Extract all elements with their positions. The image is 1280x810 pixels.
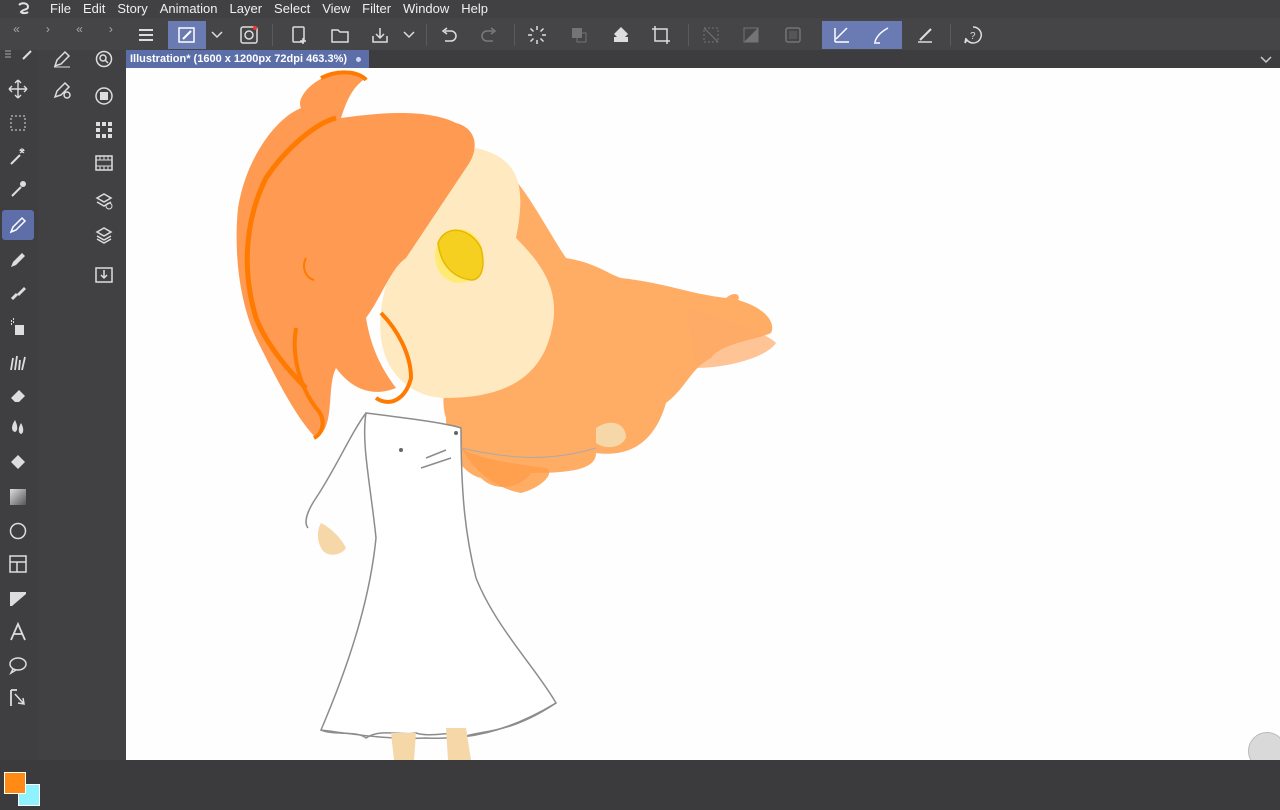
palette-column <box>84 50 126 760</box>
document-tab[interactable]: Illustration* (1600 x 1200px 72dpi 463.3… <box>126 50 370 68</box>
layer-property-icon[interactable] <box>88 186 120 216</box>
timeline-icon[interactable] <box>88 148 120 178</box>
ruler-tool-icon[interactable] <box>2 583 34 613</box>
unsaved-dot-icon <box>356 57 362 62</box>
sub-tool-column <box>40 50 84 760</box>
sub-tool-pen-icon[interactable] <box>46 44 78 74</box>
crop-icon[interactable] <box>648 21 674 49</box>
frame-border-icon[interactable] <box>2 549 34 579</box>
document-tab-bar: Illustration* (1600 x 1200px 72dpi 463.3… <box>126 50 1280 68</box>
open-icon[interactable] <box>326 21 354 49</box>
eyedropper-icon[interactable] <box>2 174 34 204</box>
airbrush-tool-icon[interactable] <box>2 312 34 342</box>
brush-tool-icon[interactable] <box>2 278 34 308</box>
app-logo-icon <box>16 1 32 17</box>
layer-icon[interactable] <box>780 21 806 49</box>
menu-animation[interactable]: Animation <box>154 0 224 18</box>
collapse-left-button[interactable]: « <box>13 22 20 36</box>
menu-window[interactable]: Window <box>397 0 455 18</box>
pen-pressure-icon[interactable] <box>168 21 206 49</box>
redo-icon[interactable] <box>476 21 502 49</box>
color-wheel-icon[interactable] <box>88 81 120 111</box>
eraser-tool-icon[interactable] <box>2 380 34 410</box>
fill-tool-icon[interactable] <box>2 448 34 478</box>
palette-collapse-row: « › « › <box>0 18 126 40</box>
vector-icon[interactable] <box>912 21 938 49</box>
tool-column <box>0 48 40 806</box>
correct-line-icon[interactable] <box>2 683 34 713</box>
decoration-tool-icon[interactable] <box>2 347 34 377</box>
color-set-icon[interactable] <box>88 115 120 145</box>
invert-icon[interactable] <box>738 21 764 49</box>
color-indicator[interactable] <box>2 770 40 810</box>
expand-right-button[interactable]: › <box>46 22 50 36</box>
layers-icon[interactable] <box>88 220 120 250</box>
chevron-down-icon[interactable] <box>208 21 226 49</box>
pencil-tool-icon[interactable] <box>2 245 34 275</box>
menu-filter[interactable]: Filter <box>356 0 397 18</box>
menu-layer[interactable]: Layer <box>224 0 269 18</box>
help-icon[interactable]: ? <box>960 21 986 49</box>
menu-edit[interactable]: Edit <box>77 0 111 18</box>
menu-help[interactable]: Help <box>455 0 494 18</box>
clear-selection-icon[interactable] <box>698 21 724 49</box>
menu-view[interactable]: View <box>316 0 356 18</box>
gradient-tool-icon[interactable] <box>2 482 34 512</box>
material-icon[interactable] <box>88 260 120 290</box>
fill-icon[interactable] <box>608 21 634 49</box>
tool-palettes <box>0 48 126 806</box>
auto-select-icon[interactable] <box>2 141 34 171</box>
text-tool-icon[interactable] <box>2 617 34 647</box>
main-color-swatch[interactable] <box>4 772 26 794</box>
loading-icon[interactable] <box>524 21 550 49</box>
collapse-left-button-2[interactable]: « <box>76 22 83 36</box>
spiral-icon[interactable] <box>236 21 262 49</box>
expand-right-button-2[interactable]: › <box>109 22 113 36</box>
save-chevron-down-icon[interactable] <box>400 21 418 49</box>
menu-file[interactable]: File <box>44 0 77 18</box>
brush-tip-icon[interactable] <box>862 21 902 49</box>
menu-story[interactable]: Story <box>111 0 153 18</box>
command-bar: « › « › ? <box>0 18 1280 50</box>
move-tool-icon[interactable] <box>2 74 34 104</box>
transform-icon[interactable] <box>566 21 592 49</box>
sub-tool-settings-icon[interactable] <box>46 75 78 105</box>
selection-tool-icon[interactable] <box>2 108 34 138</box>
figure-tool-icon[interactable] <box>2 516 34 546</box>
canvas-artwork <box>236 70 776 760</box>
menu-icon[interactable] <box>134 21 160 49</box>
menu-bar: File Edit Story Animation Layer Select V… <box>0 0 1280 18</box>
pen-tool-icon[interactable] <box>2 210 34 240</box>
stabilize-icon[interactable] <box>822 21 862 49</box>
undo-icon[interactable] <box>436 21 462 49</box>
palette-menu-icon[interactable] <box>2 48 34 62</box>
navigator-icon[interactable] <box>88 44 120 74</box>
blend-tool-icon[interactable] <box>2 412 34 442</box>
document-tab-title: Illustration* (1600 x 1200px 72dpi 463.3… <box>130 53 348 65</box>
new-canvas-icon[interactable] <box>286 21 312 49</box>
save-icon[interactable] <box>366 21 394 49</box>
menu-select[interactable]: Select <box>268 0 316 18</box>
balloon-tool-icon[interactable] <box>2 650 34 680</box>
drawing-canvas[interactable] <box>126 68 1280 760</box>
svg-text:?: ? <box>970 31 976 42</box>
